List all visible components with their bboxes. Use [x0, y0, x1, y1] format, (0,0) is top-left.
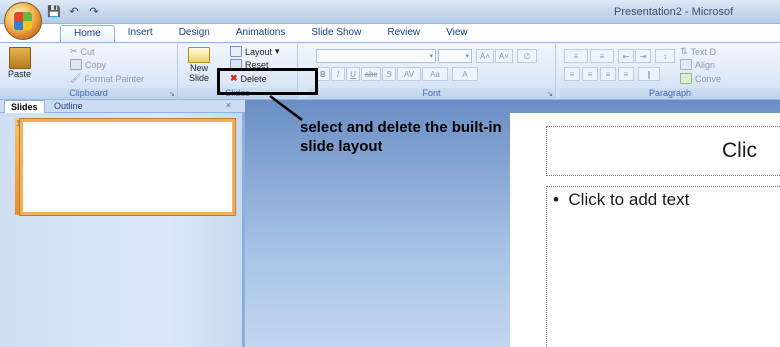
align-text-label: Align	[695, 59, 716, 70]
tab-animations[interactable]: Animations	[223, 25, 298, 43]
annotation-text: select and delete the built-in slide lay…	[300, 119, 502, 155]
tab-outline[interactable]: Outline	[48, 100, 89, 113]
close-icon[interactable]: ×	[226, 100, 231, 110]
ribbon: Paste ✂ Cut Copy 🖌 Format Painter Clipbo…	[0, 42, 780, 100]
align-center-icon[interactable]: ≡	[582, 67, 598, 81]
ribbon-tabs: Home Insert Design Animations Slide Show…	[60, 25, 481, 43]
paste-label: Paste	[8, 69, 32, 79]
title-placeholder-text: Clic	[722, 139, 757, 162]
decrease-indent-icon[interactable]: ⇤	[618, 49, 634, 63]
tab-design[interactable]: Design	[166, 25, 223, 43]
body-placeholder-label: Click to add text	[568, 190, 690, 209]
tab-slides[interactable]: Slides	[4, 100, 45, 113]
justify-icon[interactable]: ≡	[618, 67, 634, 81]
office-button[interactable]	[4, 2, 42, 40]
tab-insert[interactable]: Insert	[115, 25, 166, 43]
chevron-down-icon: ▾	[465, 53, 469, 60]
office-logo-icon	[14, 12, 32, 30]
tab-review[interactable]: Review	[374, 25, 433, 43]
tab-view[interactable]: View	[433, 25, 481, 43]
dialog-launcher-icon[interactable]: ↘	[547, 90, 553, 98]
align-right-icon[interactable]: ≡	[600, 67, 616, 81]
smartart-icon	[680, 73, 692, 84]
align-text-icon	[680, 59, 692, 70]
clear-formatting-icon[interactable]: ∅	[517, 49, 537, 63]
shrink-font-icon[interactable]: A˅	[495, 49, 513, 63]
underline-icon[interactable]: U	[346, 67, 360, 81]
text-shadow-icon[interactable]: S	[382, 67, 396, 81]
title-bar: 💾 ↶ ↷ Presentation2 - Microsof	[0, 0, 780, 24]
character-spacing-icon[interactable]: AV	[397, 67, 421, 81]
dialog-launcher-icon[interactable]: ↘	[169, 90, 175, 98]
paste-icon	[8, 47, 31, 69]
body-placeholder[interactable]: • Click to add text	[546, 186, 780, 347]
text-direction-label: Text D	[690, 46, 717, 57]
cut-button[interactable]: ✂ Cut	[70, 46, 95, 57]
new-slide-button[interactable]: New Slide	[188, 47, 210, 83]
bullets-icon[interactable]: ≡	[564, 49, 588, 63]
copy-button[interactable]: Copy	[70, 59, 106, 70]
save-icon[interactable]: 💾	[46, 4, 62, 18]
slides-pane: 1	[0, 113, 245, 347]
quick-access-toolbar: 💾 ↶ ↷	[46, 4, 102, 18]
delete-highlight-box	[217, 68, 318, 95]
brush-icon: 🖌	[70, 73, 82, 83]
font-group-label: Font	[308, 88, 555, 99]
change-case-icon[interactable]: Aa	[422, 67, 448, 81]
scissors-icon: ✂	[70, 46, 78, 56]
paste-button[interactable]: Paste	[8, 47, 31, 79]
cut-label: Cut	[80, 46, 95, 57]
grow-font-icon[interactable]: A˄	[476, 49, 494, 63]
clipboard-group-label: Clipboard	[0, 88, 177, 99]
bold-icon[interactable]: B	[316, 67, 330, 81]
text-direction-icon: ⇅	[680, 46, 688, 56]
columns-icon[interactable]: ∥	[638, 67, 660, 81]
redo-icon[interactable]: ↷	[86, 4, 102, 18]
copy-label: Copy	[85, 59, 107, 70]
clipboard-group: Paste ✂ Cut Copy 🖌 Format Painter Clipbo…	[0, 44, 178, 100]
body-placeholder-text: • Click to add text	[553, 190, 690, 209]
font-size-combo[interactable]: ▾	[438, 49, 472, 63]
align-text-button[interactable]: Align	[680, 59, 715, 70]
new-slide-label: New Slide	[188, 63, 209, 83]
italic-icon[interactable]: I	[331, 67, 345, 81]
text-direction-button[interactable]: ⇅ Text D	[680, 46, 716, 57]
paragraph-group: ≡ ≡ ⇤ ⇥ ↕ ≡ ≡ ≡ ≡ ∥ ⇅ Text D Align Conve…	[560, 44, 780, 100]
copy-icon	[70, 59, 82, 70]
strikethrough-icon[interactable]: abc	[361, 67, 381, 81]
convert-smartart-button[interactable]: Conve	[680, 73, 721, 84]
tab-home[interactable]: Home	[60, 25, 115, 43]
new-slide-icon	[188, 47, 210, 63]
increase-indent-icon[interactable]: ⇥	[635, 49, 651, 63]
tab-slide-show[interactable]: Slide Show	[298, 25, 374, 43]
layout-button[interactable]: Layout ▾	[230, 46, 280, 57]
undo-icon[interactable]: ↶	[66, 4, 82, 18]
chevron-down-icon: ▾	[275, 46, 280, 56]
title-placeholder[interactable]: Clic	[546, 126, 780, 176]
font-name-combo[interactable]: ▾	[316, 49, 436, 63]
format-painter-label: Format Painter	[84, 73, 144, 84]
format-painter-button[interactable]: 🖌 Format Painter	[70, 73, 144, 84]
convert-label: Conve	[695, 73, 722, 84]
window-title: Presentation2 - Microsof	[614, 6, 734, 18]
font-color-icon[interactable]: A	[452, 67, 478, 81]
slide-canvas[interactable]: Clic • Click to add text	[510, 113, 780, 347]
font-group: ▾ ▾ A˄ A˅ ∅ B I U abc S AV Aa A Font ↘	[308, 44, 556, 100]
layout-label: Layout	[245, 46, 273, 57]
numbering-icon[interactable]: ≡	[590, 49, 614, 63]
line-spacing-icon[interactable]: ↕	[655, 49, 675, 63]
chevron-down-icon: ▾	[429, 53, 433, 60]
slides-pane-tabs: Slides Outline ×	[0, 100, 245, 113]
paragraph-group-label: Paragraph	[560, 88, 780, 99]
layout-icon	[230, 46, 242, 57]
slide-thumbnail[interactable]	[20, 119, 235, 215]
align-left-icon[interactable]: ≡	[564, 67, 580, 81]
